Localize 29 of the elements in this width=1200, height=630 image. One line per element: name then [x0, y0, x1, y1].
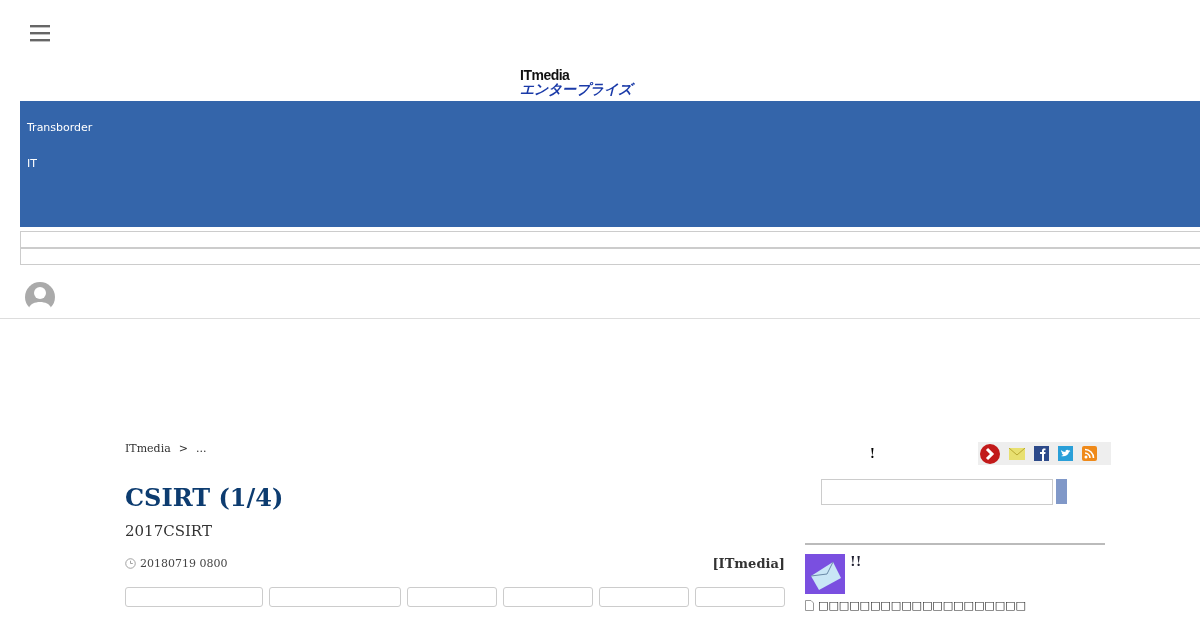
share-button[interactable] — [407, 587, 497, 607]
search-button[interactable] — [1056, 479, 1067, 504]
share-button[interactable] — [269, 587, 401, 607]
article-source: [ITmedia] — [712, 556, 785, 571]
avatar-icon[interactable] — [25, 282, 55, 312]
share-button[interactable] — [599, 587, 689, 607]
share-button[interactable] — [695, 587, 785, 607]
banner-text: Transborder — [27, 121, 94, 136]
menu-icon[interactable] — [30, 23, 50, 43]
notice-text: ! — [869, 446, 875, 461]
bird-icon[interactable] — [1058, 446, 1073, 461]
rss-icon[interactable] — [1082, 446, 1097, 461]
facebook-icon[interactable] — [1034, 446, 1049, 461]
clock-icon — [125, 558, 136, 569]
share-button[interactable] — [125, 587, 263, 607]
newsletter-title: !! — [850, 554, 862, 569]
breadcrumb-text: > — [178, 442, 188, 455]
envelope-icon — [805, 554, 845, 594]
article-title: CSIRT (1/4) — [125, 483, 285, 512]
publish-date: 20180719 0800 — [140, 557, 228, 570]
share-button[interactable] — [503, 587, 593, 607]
article-subtitle: 2017CSIRT — [125, 522, 213, 540]
banner-text: IT — [27, 157, 38, 172]
breadcrumb-text: ... — [195, 442, 207, 455]
newsletter-link[interactable]: □□□□□□□□□□□□□□□□□□□□ — [818, 599, 1026, 612]
page-icon — [805, 600, 814, 611]
search-field[interactable] — [821, 479, 1053, 505]
mail-icon[interactable] — [1009, 447, 1025, 460]
breadcrumb-link[interactable]: ITmedia — [125, 442, 171, 455]
